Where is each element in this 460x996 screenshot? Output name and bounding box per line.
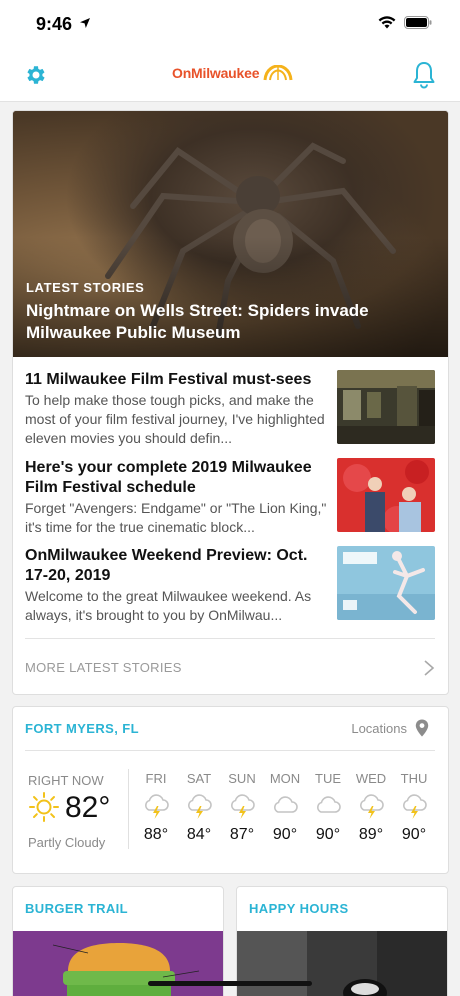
tile-title: HAPPY HOURS — [249, 901, 349, 916]
forecast-temp: 87° — [229, 826, 255, 843]
status-indicators — [378, 16, 432, 29]
forecast-day: SUN 87° — [222, 771, 262, 844]
forecast-day-name: FRI — [145, 771, 167, 786]
current-temperature: 82° — [65, 791, 111, 824]
hero-story[interactable]: LATEST STORIES Nightmare on Wells Street… — [13, 111, 448, 357]
chevron-right-icon — [424, 660, 435, 676]
story-item[interactable]: OnMilwaukee Weekend Preview: Oct. 17-20,… — [25, 546, 435, 624]
forecast-temp: 90° — [401, 826, 427, 843]
thunderstorm-icon — [360, 794, 384, 819]
more-stories-label: MORE LATEST STORIES — [25, 660, 182, 675]
story-description: Welcome to the great Milwaukee weekend. … — [25, 588, 312, 623]
settings-gear-icon[interactable] — [24, 63, 48, 87]
thunderstorm-icon — [188, 794, 212, 819]
forecast-day-name: WED — [355, 771, 387, 786]
forecast-temp: 89° — [358, 826, 384, 843]
weather-header: FORT MYERS, FL Locations — [25, 707, 435, 751]
cloud-icon — [317, 796, 341, 813]
more-latest-stories-link[interactable]: MORE LATEST STORIES — [25, 638, 435, 694]
story-title[interactable]: OnMilwaukee Weekend Preview: Oct. 17-20,… — [25, 546, 330, 586]
story-thumbnail[interactable] — [337, 546, 435, 620]
thunderstorm-icon — [403, 794, 427, 819]
forecast-temp: 88° — [143, 826, 169, 843]
notifications-bell-icon[interactable] — [412, 61, 436, 89]
burger-trail-image — [13, 931, 223, 996]
cloud-icon — [274, 796, 298, 813]
story-item[interactable]: Here's your complete 2019 Milwaukee Film… — [25, 458, 435, 536]
burger-trail-tile[interactable]: BURGER TRAIL — [12, 886, 224, 996]
map-pin-icon[interactable] — [415, 719, 429, 737]
hero-title[interactable]: Nightmare on Wells Street: Spiders invad… — [26, 300, 431, 344]
latest-stories-card: LATEST STORIES Nightmare on Wells Street… — [12, 110, 449, 695]
forecast-day: MON 90° — [265, 771, 305, 844]
forecast-day-name: TUE — [315, 771, 341, 786]
forecast-day: WED 89° — [351, 771, 391, 844]
status-bar: 9:46 — [0, 0, 460, 50]
tile-title: BURGER TRAIL — [25, 901, 129, 916]
forecast-temp: 84° — [186, 826, 212, 843]
story-thumbnail[interactable] — [337, 458, 435, 532]
story-description: Forget "Avengers: Endgame" or "The Lion … — [25, 500, 327, 535]
forecast-day: FRI 88° — [136, 771, 176, 844]
onmilwaukee-logo: OnMilwaukee — [172, 65, 293, 81]
forecast-temp: 90° — [315, 826, 341, 843]
story-title[interactable]: Here's your complete 2019 Milwaukee Film… — [25, 458, 330, 498]
thunderstorm-icon — [231, 794, 255, 819]
current-condition: Partly Cloudy — [28, 835, 106, 850]
forecast-day-name: SUN — [228, 771, 256, 786]
wifi-icon — [378, 16, 396, 29]
forecast-day-name: THU — [400, 771, 428, 786]
logo-arch-icon — [263, 65, 293, 81]
sun-icon — [29, 792, 59, 822]
weather-divider — [128, 769, 129, 849]
thunderstorm-icon — [145, 794, 169, 819]
happy-hours-image — [237, 931, 447, 996]
story-title[interactable]: 11 Milwaukee Film Festival must-sees — [25, 370, 330, 390]
forecast-day: TUE 90° — [308, 771, 348, 844]
story-thumbnail[interactable] — [337, 370, 435, 444]
forecast-day: THU 90° — [394, 771, 434, 844]
forecast-day-name: SAT — [186, 771, 212, 786]
forecast-day-name: MON — [269, 771, 301, 786]
weather-card: FORT MYERS, FL Locations RIGHT NOW 82° P… — [12, 706, 449, 874]
story-description: To help make those tough picks, and make… — [25, 392, 325, 446]
status-time: 9:46 — [36, 14, 73, 34]
location-arrow-icon — [80, 18, 90, 28]
logo-text: OnMilwaukee — [172, 65, 260, 81]
right-now-label: RIGHT NOW — [28, 773, 104, 788]
happy-hours-tile[interactable]: HAPPY HOURS — [236, 886, 448, 996]
battery-icon — [404, 16, 432, 29]
locations-button[interactable]: Locations — [351, 721, 407, 736]
top-nav-bar: OnMilwaukee — [0, 50, 460, 102]
forecast-temp: 90° — [272, 826, 298, 843]
forecast-day: SAT 84° — [179, 771, 219, 844]
weather-city: FORT MYERS, FL — [25, 721, 139, 736]
home-indicator[interactable] — [148, 981, 312, 986]
section-kicker: LATEST STORIES — [26, 280, 145, 295]
story-item[interactable]: 11 Milwaukee Film Festival must-sees To … — [25, 370, 435, 448]
